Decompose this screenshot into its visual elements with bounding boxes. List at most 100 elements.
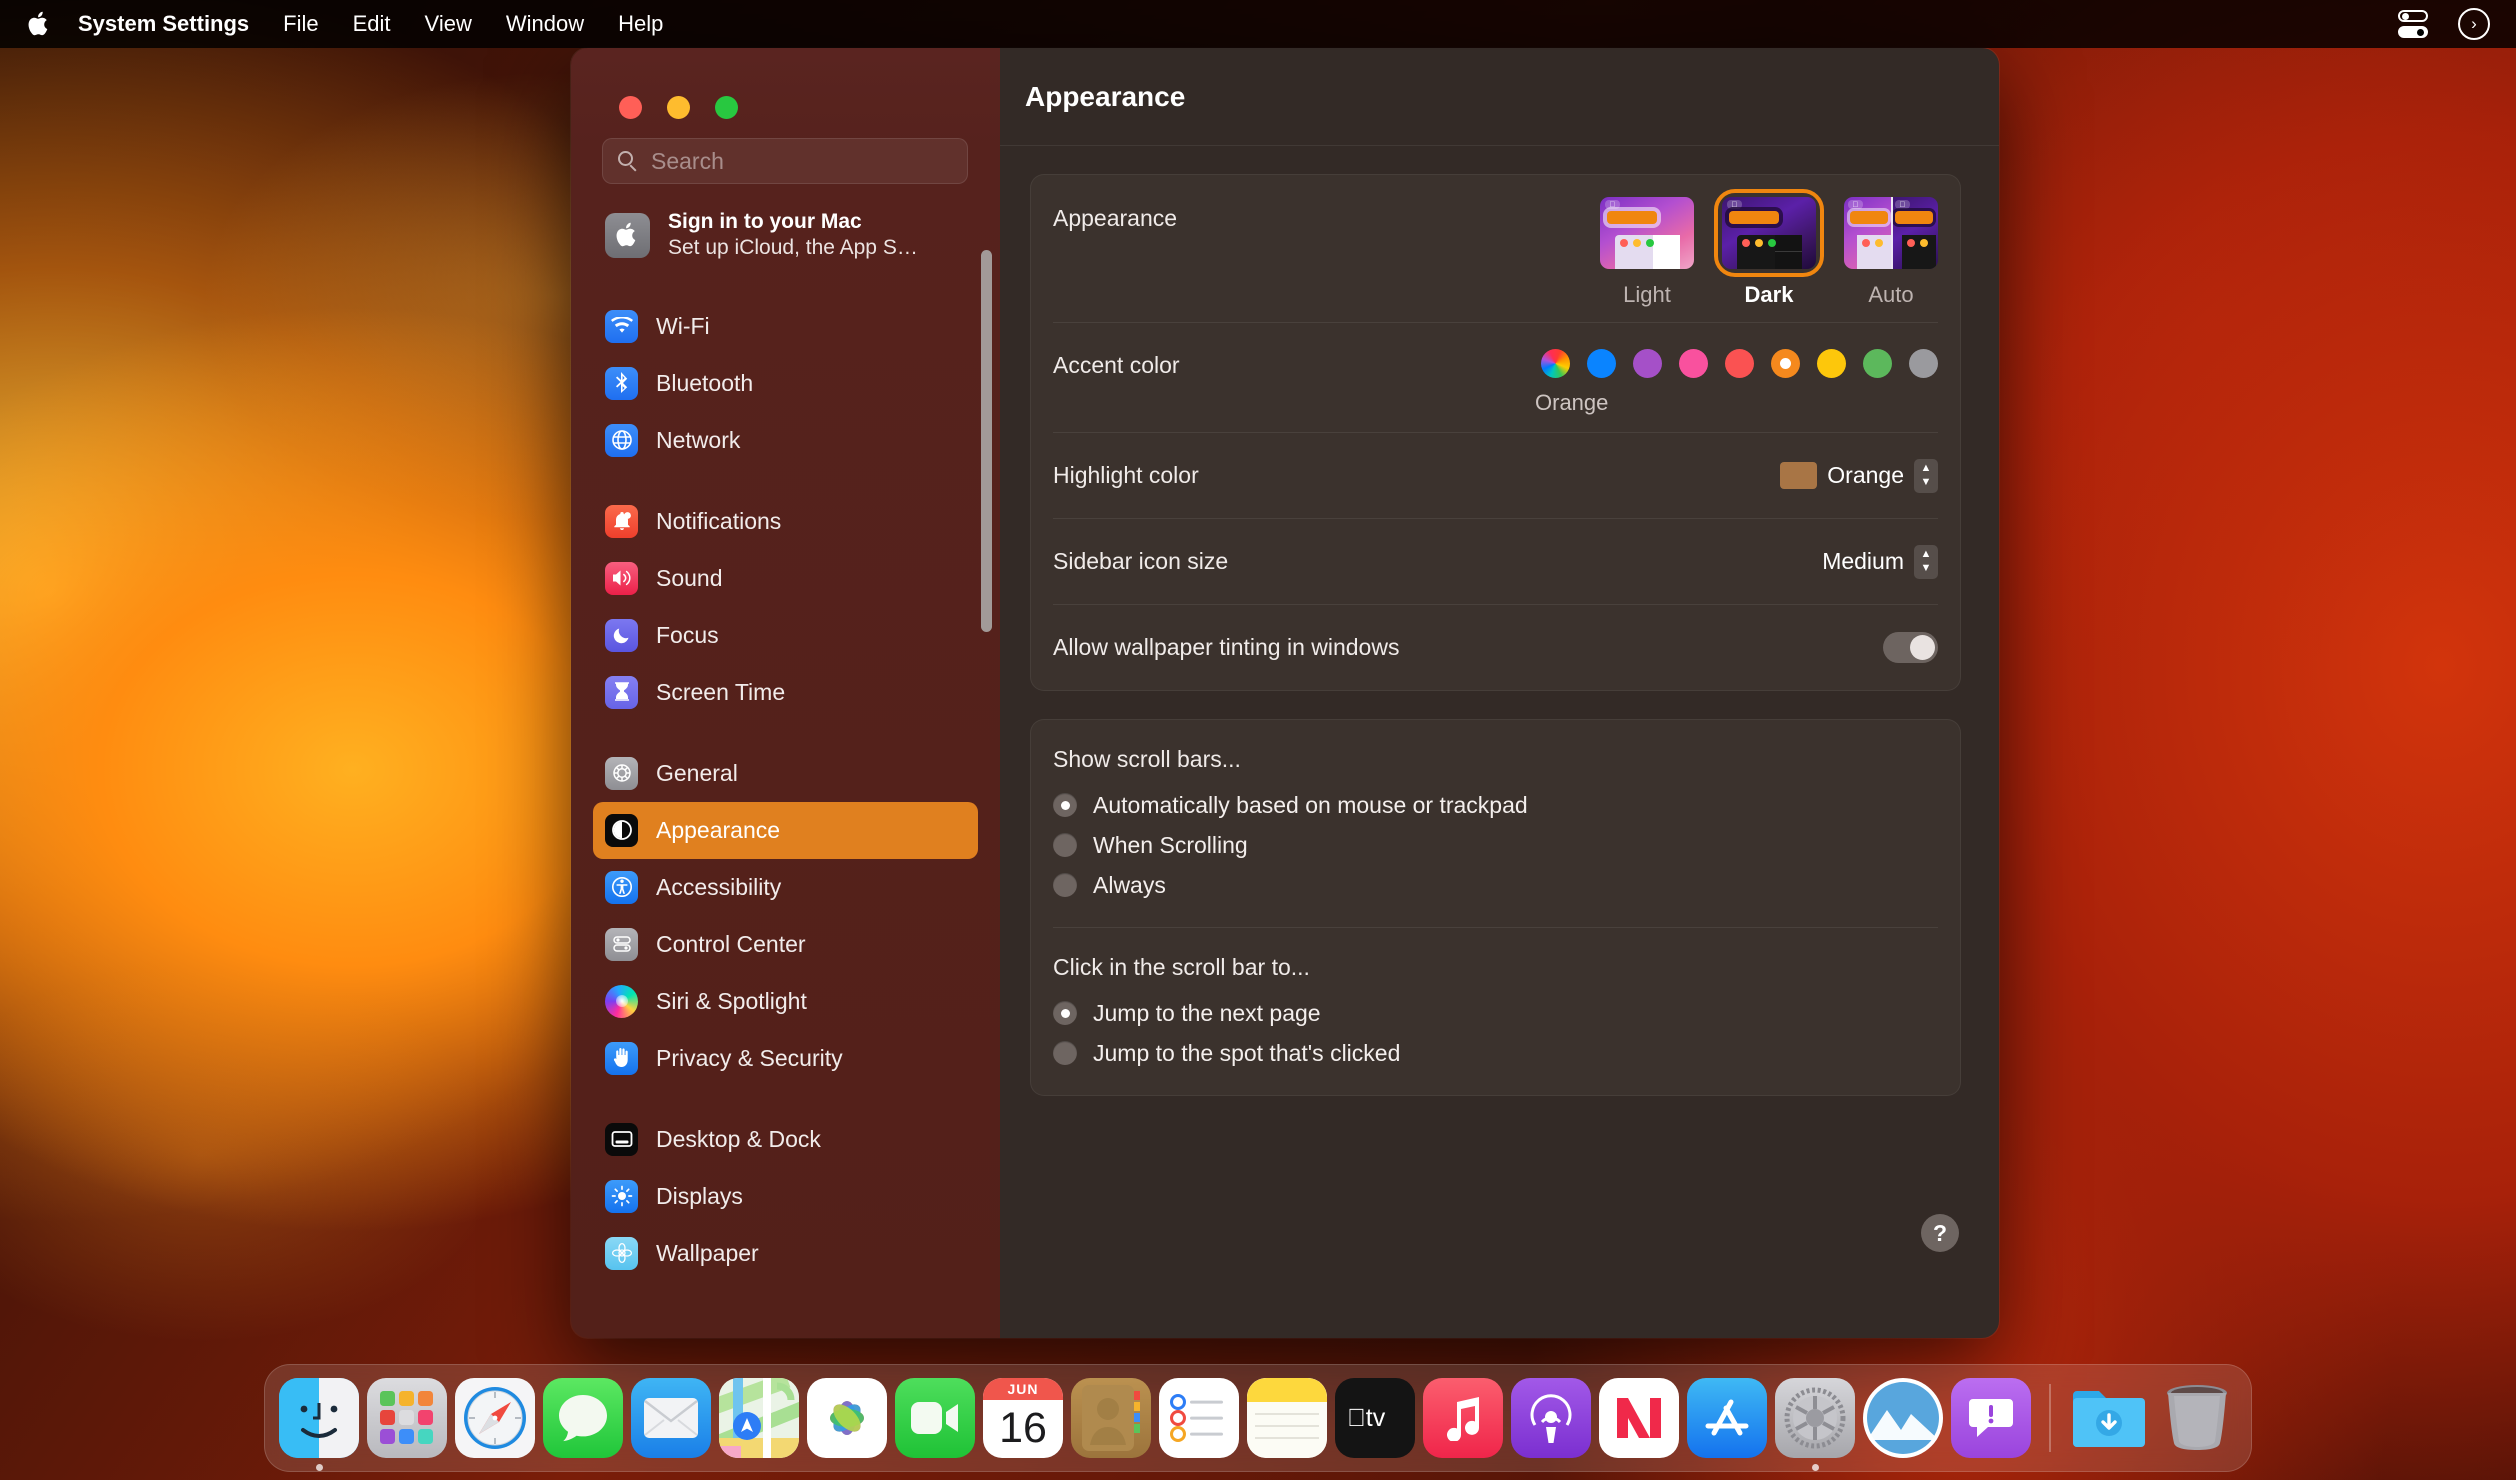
- dock-item-calendar[interactable]: JUN 16: [983, 1378, 1063, 1458]
- sidebar-item-siri-spotlight[interactable]: Siri & Spotlight: [593, 973, 978, 1030]
- radio-button[interactable]: [1053, 1001, 1077, 1025]
- sidebar-item-label: Wallpaper: [656, 1239, 759, 1266]
- dock-item-news[interactable]: [1599, 1378, 1679, 1458]
- dock-item-safari[interactable]: [455, 1378, 535, 1458]
- sidebar-item-general[interactable]: General: [593, 745, 978, 802]
- sidebar-item-desktop-dock[interactable]: Desktop & Dock: [593, 1111, 978, 1168]
- dock-item-tv[interactable]: tv: [1335, 1378, 1415, 1458]
- dock-item-downloads-folder[interactable]: [2069, 1378, 2149, 1458]
- dock-item-reminders[interactable]: [1159, 1378, 1239, 1458]
- click-scroll-bar-title: Click in the scroll bar to...: [1053, 954, 1310, 980]
- appearance-contrast-icon: [605, 813, 638, 847]
- menu-item-system-settings[interactable]: System Settings: [78, 11, 249, 37]
- sidebar-item-screen-time[interactable]: Screen Time: [593, 664, 978, 721]
- menu-item-view[interactable]: View: [425, 11, 472, 37]
- menu-item-edit[interactable]: Edit: [353, 11, 391, 37]
- dock-item-mail[interactable]: [631, 1378, 711, 1458]
- sidebar-item-network[interactable]: Network: [593, 412, 978, 469]
- close-button[interactable]: [619, 96, 642, 119]
- radio-button[interactable]: [1053, 1041, 1077, 1065]
- sidebar-scrollbar[interactable]: [981, 250, 992, 632]
- accent-swatch-blue[interactable]: [1587, 349, 1616, 378]
- accent-swatch-red[interactable]: [1725, 349, 1754, 378]
- sidebar-item-privacy-security[interactable]: Privacy & Security: [593, 1030, 978, 1087]
- accent-swatch-purple[interactable]: [1633, 349, 1662, 378]
- wifi-icon: [605, 309, 638, 343]
- accent-swatch-orange[interactable]: [1771, 349, 1800, 378]
- dock-item-photos[interactable]: [807, 1378, 887, 1458]
- theme-option-light[interactable]: : [1600, 197, 1694, 308]
- dock-item-contacts[interactable]: [1071, 1378, 1151, 1458]
- apple-logo-icon[interactable]: [28, 10, 52, 38]
- sidebar-item-appearance[interactable]: Appearance: [593, 801, 978, 859]
- privacy-hand-icon: [605, 1041, 638, 1075]
- accent-swatch-yellow[interactable]: [1817, 349, 1846, 378]
- dock-item-system-settings[interactable]: [1775, 1378, 1855, 1471]
- control-center-icon[interactable]: [2398, 9, 2432, 39]
- sidebar-list[interactable]: Sign in to your Mac Set up iCloud, the A…: [571, 203, 1000, 1338]
- chevron-up-down-icon[interactable]: ▲ ▼: [1914, 458, 1938, 493]
- accent-color-label: Accent color: [1053, 352, 1180, 378]
- radio-button[interactable]: [1053, 833, 1077, 857]
- menu-item-file[interactable]: File: [283, 11, 318, 37]
- dock-item-freeform[interactable]: [1863, 1378, 1943, 1458]
- sidebar-item-wi-fi[interactable]: Wi-Fi: [593, 298, 978, 355]
- accent-swatch-graphite[interactable]: [1909, 349, 1938, 378]
- sound-speaker-icon: [605, 561, 638, 595]
- theme-option-auto[interactable]:  : [1844, 197, 1938, 308]
- accent-swatch-pink[interactable]: [1679, 349, 1708, 378]
- apple-logo-icon: : [1727, 200, 1742, 209]
- radio-button[interactable]: [1053, 873, 1077, 897]
- siri-icon[interactable]: ›: [2458, 8, 2490, 40]
- highlight-color-popup[interactable]: Orange ▲ ▼: [1780, 458, 1938, 493]
- radio-button[interactable]: [1053, 793, 1077, 817]
- sidebar-item-wallpaper[interactable]: Wallpaper: [593, 1225, 978, 1282]
- radio-jump-to-the-spot-thats-clicked[interactable]: Jump to the spot that's clicked: [1053, 1033, 1938, 1073]
- help-button[interactable]: ?: [1921, 1214, 1959, 1252]
- wallpaper-tinting-toggle[interactable]: [1883, 632, 1938, 663]
- dock-item-facetime[interactable]: [895, 1378, 975, 1458]
- radio-when-scrolling[interactable]: When Scrolling: [1053, 825, 1938, 865]
- sidebar-item-displays[interactable]: Displays: [593, 1168, 978, 1225]
- sidebar-item-notifications[interactable]: Notifications: [593, 493, 978, 550]
- sidebar-item-accessibility[interactable]: Accessibility: [593, 859, 978, 916]
- dock-item-notes[interactable]: [1247, 1378, 1327, 1458]
- sidebar-item-apple-account[interactable]: Sign in to your Mac Set up iCloud, the A…: [593, 203, 978, 268]
- dock-item-music[interactable]: [1423, 1378, 1503, 1458]
- chevron-up-down-icon[interactable]: ▲ ▼: [1914, 544, 1938, 579]
- accent-color-swatches[interactable]: [1541, 349, 1938, 378]
- dock-item-finder[interactable]: [279, 1378, 359, 1471]
- dock-item-launchpad[interactable]: [367, 1378, 447, 1458]
- sidebar-icon-size-popup[interactable]: Medium ▲ ▼: [1822, 544, 1938, 579]
- zoom-button[interactable]: [715, 96, 738, 119]
- menu-bar-status-area: ›: [2398, 8, 2490, 40]
- accent-swatch-multicolor[interactable]: [1541, 349, 1570, 378]
- sidebar-item-focus[interactable]: Focus: [593, 607, 978, 664]
- wallpaper-tinting-row: Allow wallpaper tinting in windows: [1053, 604, 1938, 690]
- highlight-color-row: Highlight color Orange ▲ ▼: [1053, 432, 1938, 518]
- theme-label: Dark: [1744, 282, 1794, 307]
- theme-option-dark[interactable]: : [1714, 189, 1824, 308]
- menu-item-help[interactable]: Help: [618, 11, 663, 37]
- dock-item-maps[interactable]: [719, 1378, 799, 1458]
- control-center-icon: [605, 927, 638, 961]
- dock-item-app-store[interactable]: [1687, 1378, 1767, 1458]
- menu-item-window[interactable]: Window: [506, 11, 584, 37]
- sidebar-item-control-center[interactable]: Control Center: [593, 916, 978, 973]
- accent-swatch-green[interactable]: [1863, 349, 1892, 378]
- radio-automatically-based-on-mouse-or-trackpad[interactable]: Automatically based on mouse or trackpad: [1053, 785, 1938, 825]
- radio-always[interactable]: Always: [1053, 865, 1938, 905]
- dock-item-trash[interactable]: [2157, 1378, 2237, 1458]
- dock-item-messages[interactable]: [543, 1378, 623, 1458]
- sidebar-item-sound[interactable]: Sound: [593, 550, 978, 607]
- sidebar-item-bluetooth[interactable]: Bluetooth: [593, 355, 978, 412]
- dock-item-feedback-assistant[interactable]: [1951, 1378, 2031, 1458]
- sidebar-item-label: Accessibility: [656, 873, 782, 900]
- search-input[interactable]: Search: [602, 138, 968, 184]
- dock-item-podcasts[interactable]: [1511, 1378, 1591, 1458]
- sidebar-item-label: Focus: [656, 621, 719, 648]
- desktop-dock-icon: [605, 1122, 638, 1156]
- minimize-button[interactable]: [667, 96, 690, 119]
- radio-jump-to-the-next-page[interactable]: Jump to the next page: [1053, 993, 1938, 1033]
